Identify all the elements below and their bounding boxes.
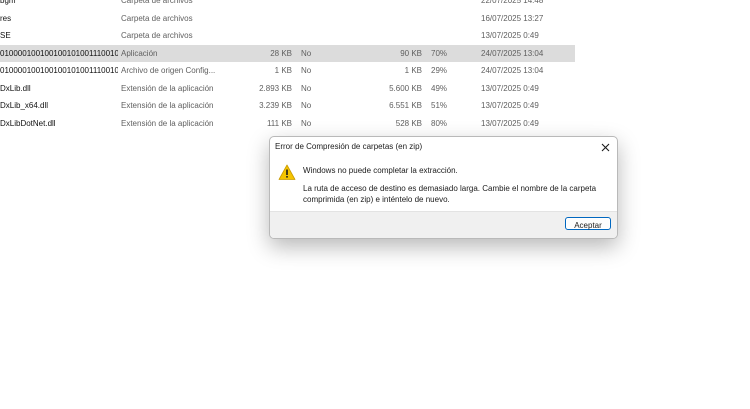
file-size: 1 KB (274, 66, 292, 75)
file-compressed-size: 1 KB (404, 66, 422, 75)
file-date: 22/07/2025 14:48 (481, 0, 544, 5)
file-compressed-size: 90 KB (400, 48, 422, 58)
close-icon (601, 143, 609, 151)
file-ratio: 49% (431, 83, 448, 93)
file-name: DxLib_x64.dll (0, 101, 49, 110)
file-row[interactable]: res Carpeta de archivos 16/07/2025 13:27 (0, 10, 750, 28)
file-date: 13/07/2025 0:49 (481, 83, 539, 93)
dialog-main-message: Windows no puede completar la extracción… (303, 166, 458, 175)
file-compressed-size: 5.600 KB (389, 83, 422, 93)
file-date: 13/07/2025 0:49 (481, 31, 539, 40)
file-name: 01000010010010010100111001000... (0, 66, 118, 75)
file-compressed-size: 528 KB (395, 118, 422, 128)
file-protected: No (301, 48, 312, 58)
dialog-title: Error de Compresión de carpetas (en zip) (275, 142, 423, 151)
file-date: 24/07/2025 13:04 (481, 48, 544, 58)
file-row[interactable]: 01000010010010010100111001000...Archivo … (0, 62, 750, 80)
close-button[interactable] (597, 139, 613, 155)
dialog-footer: Aceptar (270, 211, 617, 238)
error-dialog: Error de Compresión de carpetas (en zip)… (269, 136, 618, 239)
file-size: 3.239 KB (259, 101, 292, 110)
file-name: SE (0, 31, 11, 40)
file-protected: No (301, 101, 312, 110)
file-ratio: 29% (431, 66, 448, 75)
file-date: 13/07/2025 0:49 (481, 118, 539, 128)
dialog-detail-message: La ruta de acceso de destino es demasiad… (303, 184, 597, 204)
file-protected: No (301, 83, 312, 93)
file-size: 2.893 KB (259, 83, 292, 93)
file-type: Carpeta de archivos (121, 13, 193, 23)
file-size: 28 KB (270, 48, 292, 58)
file-row[interactable]: DxLib_x64.dll Extensión de la aplicación 3… (0, 97, 750, 115)
file-date: 16/07/2025 13:27 (481, 13, 544, 23)
dialog-titlebar[interactable]: Error de Compresión de carpetas (en zip) (270, 137, 617, 157)
file-protected: No (301, 66, 312, 75)
file-row[interactable]: DxLib.dll Extensión de la aplicación 2.893… (0, 80, 750, 98)
file-list: bgm Carpeta de archivos 22/07/2025 14:48 re… (0, 0, 750, 132)
ok-button[interactable]: Aceptar (565, 217, 611, 230)
file-type: Carpeta de archivos (121, 31, 193, 40)
file-ratio: 80% (431, 118, 448, 128)
file-name: res (0, 13, 12, 23)
file-compressed-size: 6.551 KB (389, 101, 422, 110)
file-name: DxLibDotNet.dll (0, 118, 56, 128)
file-name: DxLib.dll (0, 83, 31, 93)
file-row[interactable]: DxLibDotNet.dll Extensión de la aplicació… (0, 115, 750, 133)
warning-icon (278, 164, 296, 180)
file-name: bgm (0, 0, 16, 5)
file-name: 01000010010010010100111001000... (0, 48, 118, 58)
file-protected: No (301, 118, 312, 128)
file-size: 111 KB (266, 118, 292, 128)
file-date: 13/07/2025 0:49 (481, 101, 539, 110)
file-date: 24/07/2025 13:04 (481, 66, 544, 75)
file-row[interactable]: bgm Carpeta de archivos 22/07/2025 14:48 (0, 0, 750, 10)
file-row[interactable]: SE Carpeta de archivos 13/07/2025 0:49 (0, 27, 750, 45)
file-ratio: 70% (431, 48, 448, 58)
file-ratio: 51% (431, 101, 448, 110)
file-row[interactable]: 01000010010010010100111001000...Aplicaci… (0, 44, 575, 62)
file-type: Carpeta de archivos (121, 0, 193, 5)
